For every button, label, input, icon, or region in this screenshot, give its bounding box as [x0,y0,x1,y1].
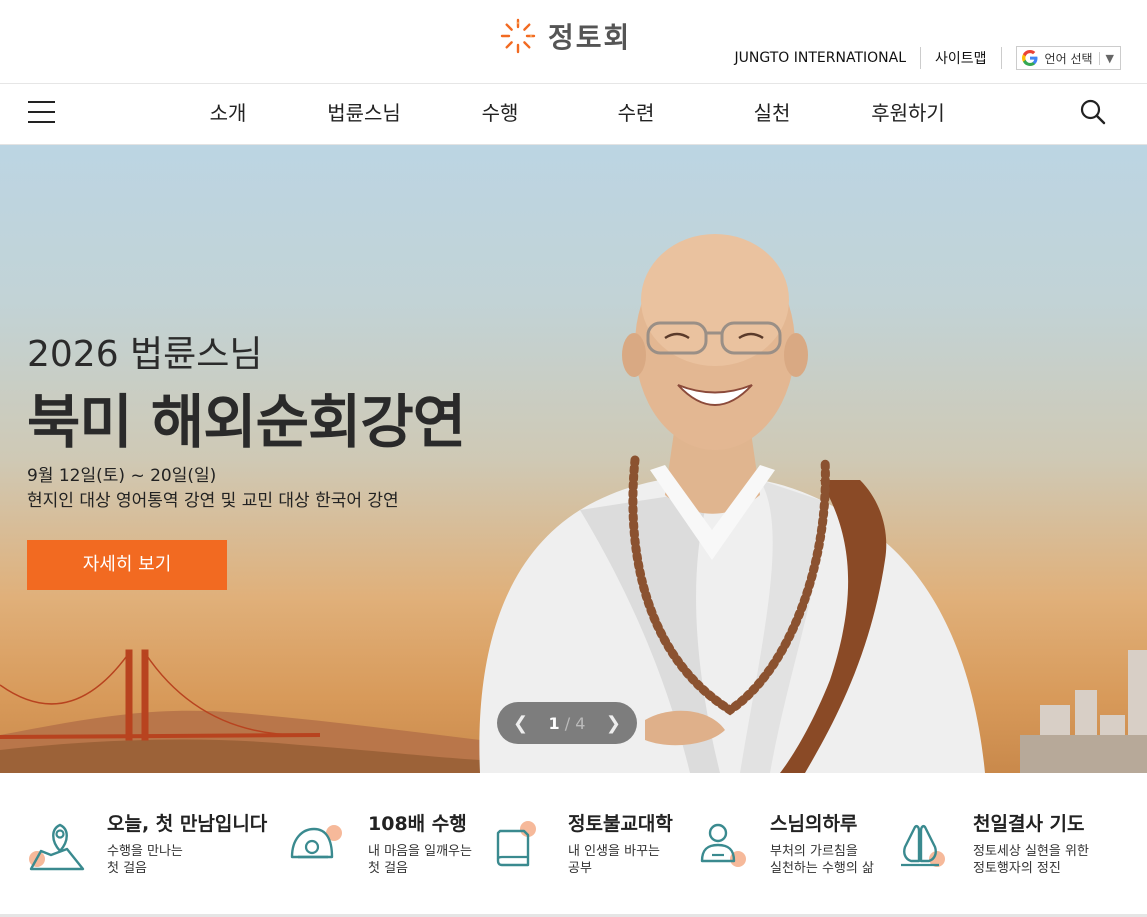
quick-link-title: 천일결사 기도 [973,813,1085,835]
hero-title: 북미 해외순회강연 [27,388,466,456]
main-nav: 소개 법륜스님 수행 수련 실천 후원하기 [0,84,1147,145]
logo-text: 정토회 [548,21,632,54]
nav-item-training[interactable]: 수련 [568,84,704,145]
jungto-international-link[interactable]: JUNGTO INTERNATIONAL [735,50,906,66]
hero-subtitle: 2026 법륜스님 [27,334,263,375]
slide-current: 1 [548,713,560,733]
nav-item-donate[interactable]: 후원하기 [840,84,976,145]
monk-icon [700,823,746,867]
book-icon [496,821,536,867]
chevron-right-icon[interactable]: ❯ [606,713,621,734]
quick-link-title: 오늘, 첫 만남입니다 [107,813,268,835]
quick-link-title: 스님의하루 [770,813,858,835]
slide-pager: ❮ 1 / 4 ❯ [497,702,637,744]
language-label: 언어 선택 [1044,51,1093,66]
hamburger-menu-icon[interactable] [28,101,55,123]
slide-counter: 1 / 4 [549,714,586,733]
hero-date: 9월 12일(토) ~ 20일(일) [27,466,217,486]
slide-total: 4 [575,713,586,733]
divider [920,47,922,69]
main-menu: 소개 법륜스님 수행 수련 실천 후원하기 [160,84,976,145]
sitemap-link[interactable]: 사이트맵 [935,48,987,68]
quick-link-title: 정토불교대학 [568,813,673,835]
slide-separator: / [564,713,571,733]
chevron-left-icon[interactable]: ❮ [513,713,528,734]
bowing-icon [290,825,342,859]
monk-photo [479,234,985,773]
praying-hands-icon [901,825,945,867]
details-button[interactable]: 자세히 보기 [27,540,227,590]
quick-link-title: 108배 수행 [368,813,467,835]
hero-description: 현지인 대상 영어통역 강연 및 교민 대상 한국어 강연 [27,491,399,511]
nav-item-intro[interactable]: 소개 [160,84,296,145]
chevron-down-icon: ▼ [1098,51,1114,65]
google-icon [1021,50,1038,66]
search-icon[interactable] [1079,98,1107,126]
quick-link-desc: 수행을 만나는 첫 걸음 [107,844,183,876]
top-header: 정토회 JUNGTO INTERNATIONAL 사이트맵 언어 선택 ▼ [0,0,1147,84]
divider [1000,47,1002,69]
nav-item-pomnyun[interactable]: 법륜스님 [296,84,432,145]
site-logo[interactable]: 정토회 [498,16,631,56]
language-select[interactable]: 언어 선택 ▼ [1015,46,1121,70]
nav-item-practice[interactable]: 수행 [432,84,568,145]
map-pin-icon [29,823,85,871]
nav-item-action[interactable]: 실천 [704,84,840,145]
quick-links: 오늘, 첫 만남입니다 수행을 만나는 첫 걸음 108배 수행 내 마음을 일… [0,773,1147,917]
hero-banner: 2026 법륜스님 북미 해외순회강연 9월 12일(토) ~ 20일(일) 현… [0,145,1147,773]
lotus-logo-icon [500,18,536,54]
quick-link-desc: 정토세상 실현을 위한 정토행자의 정진 [973,844,1089,876]
utility-links: JUNGTO INTERNATIONAL 사이트맵 언어 선택 ▼ [735,46,1121,70]
